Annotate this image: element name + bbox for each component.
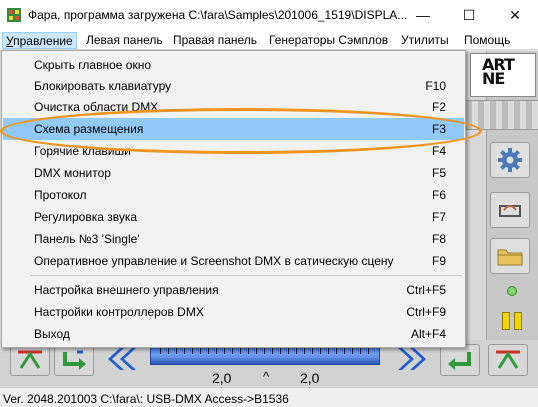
menu-item-shortcut: F7 — [431, 210, 446, 224]
menu-item-shortcut: F2 — [431, 100, 446, 114]
menu-item-layout-scheme[interactable]: Схема размещения F3 — [3, 118, 464, 140]
menu-item-label: Очистка области DMX — [34, 100, 159, 114]
refresh-button[interactable] — [490, 192, 530, 228]
channel-strip — [466, 100, 538, 130]
menu-item-dmx-monitor[interactable]: DMX монитор F5 — [3, 162, 464, 184]
fade-arrow-icon — [496, 350, 520, 369]
menu-item-external-control-settings[interactable]: Настройка внешнего управления Ctrl+F5 — [3, 279, 464, 301]
fade-arrow-icon — [18, 350, 42, 369]
menu-item-shortcut: Ctrl+F5 — [406, 283, 446, 297]
menu-item-label: Оперативное управление и Screenshot DMX … — [34, 254, 394, 268]
status-indicator-dot — [507, 286, 517, 296]
menu-left-panel[interactable]: Левая панель — [83, 32, 166, 49]
fade-down-left-button[interactable] — [10, 344, 50, 376]
menu-item-protocol[interactable]: Протокол F6 — [3, 184, 464, 206]
menu-item-shortcut: F6 — [431, 188, 446, 202]
app-window: Фара, программа загружена C:\fara\Sample… — [0, 0, 538, 407]
menu-item-label: Схема размещения — [34, 122, 144, 136]
control-dropdown-menu: Скрыть главное окно Блокировать клавиату… — [1, 50, 466, 348]
menu-item-hide-main-window[interactable]: Скрыть главное окно — [3, 54, 464, 76]
fade-down-right-button[interactable] — [488, 344, 528, 376]
status-bar: Ver. 2048.201003 C:\fara\: USB-DMX Acces… — [0, 387, 538, 407]
loop-left-button[interactable] — [54, 344, 94, 376]
pause-icon-bar-right — [514, 312, 522, 330]
fast-forward-button[interactable] — [392, 346, 432, 372]
menu-item-label: Блокировать клавиатуру — [34, 79, 172, 93]
menu-item-label: Настройка внешнего управления — [34, 283, 219, 297]
menu-item-exit[interactable]: Выход Alt+F4 — [3, 323, 464, 345]
menu-item-dmx-controller-settings[interactable]: Настройки контроллеров DMX Ctrl+F9 — [3, 301, 464, 323]
maximize-button[interactable]: ☐ — [446, 0, 492, 30]
menu-item-hotkeys[interactable]: Горячие клавиши F4 — [3, 140, 464, 162]
menu-control-label: правление — [13, 34, 73, 48]
settings-button[interactable] — [490, 142, 530, 178]
rewind-button[interactable] — [102, 346, 142, 372]
menu-item-label: Панель №3 'Single' — [34, 232, 140, 246]
chevron-right-icon — [398, 348, 426, 370]
return-arrow-icon — [448, 352, 471, 370]
menu-item-lock-keyboard[interactable]: Блокировать клавиатуру F10 — [3, 75, 464, 97]
fader-value-right: 2,0 — [300, 370, 320, 386]
folder-icon — [497, 249, 523, 266]
menu-item-shortcut: F4 — [431, 144, 446, 158]
menu-control[interactable]: Управление — [2, 32, 77, 49]
menu-item-shortcut: Ctrl+F9 — [406, 305, 446, 319]
menu-item-shortcut: Alt+F4 — [410, 327, 446, 341]
menu-item-label: Настройки контроллеров DMX — [34, 305, 204, 319]
status-text: Ver. 2048.201003 C:\fara\: USB-DMX Acces… — [3, 392, 289, 406]
chevron-left-icon — [108, 348, 136, 370]
return-arrow-icon — [63, 350, 86, 370]
menu-item-live-control-screenshot[interactable]: Оперативное управление и Screenshot DMX … — [3, 250, 464, 272]
menu-item-label: Регулировка звука — [34, 210, 138, 224]
close-button[interactable]: ✕ — [492, 0, 538, 30]
menu-item-label: Скрыть главное окно — [34, 58, 151, 72]
menu-item-shortcut: F5 — [431, 166, 446, 180]
brand-logo-text: ART NE — [482, 57, 515, 88]
menu-separator — [30, 275, 462, 276]
menu-item-label: DMX монитор — [34, 166, 111, 180]
menu-bar: Управление Левая панель Правая панель Ге… — [0, 30, 538, 50]
minimize-button[interactable]: — — [400, 0, 446, 30]
loop-right-button[interactable] — [440, 344, 480, 376]
menu-item-shortcut: F3 — [431, 122, 446, 136]
menu-item-label: Протокол — [34, 188, 87, 202]
pause-icon-bar-left — [502, 312, 510, 330]
menu-item-clear-dmx[interactable]: Очистка области DMX F2 — [3, 96, 464, 118]
menu-sample-generators[interactable]: Генераторы Сэмплов — [266, 32, 391, 49]
menu-item-label: Выход — [34, 327, 70, 341]
menu-utilities[interactable]: Утилиты — [398, 32, 452, 49]
menu-help[interactable]: Помощь — [461, 32, 513, 49]
app-icon — [7, 8, 21, 22]
menu-item-label: Горячие клавиши — [34, 144, 131, 158]
logo-line-2: NE — [482, 69, 505, 88]
fader-caret: ^ — [263, 369, 270, 384]
gear-icon — [498, 148, 522, 172]
menu-item-shortcut: F10 — [425, 79, 446, 93]
fader-value-left: 2,0 — [212, 370, 232, 386]
open-folder-button[interactable] — [490, 238, 530, 274]
menu-item-sound-control[interactable]: Регулировка звука F7 — [3, 206, 464, 228]
title-bar: Фара, программа загружена C:\fara\Sample… — [0, 0, 538, 30]
menu-right-panel[interactable]: Правая панель — [170, 32, 260, 49]
window-title: Фара, программа загружена C:\fara\Sample… — [28, 8, 408, 22]
menu-item-shortcut: F8 — [431, 232, 446, 246]
menu-item-shortcut: F9 — [431, 254, 446, 268]
refresh-icon — [499, 205, 521, 217]
pause-button[interactable] — [500, 310, 526, 332]
menu-item-panel-single[interactable]: Панель №3 'Single' F8 — [3, 228, 464, 250]
